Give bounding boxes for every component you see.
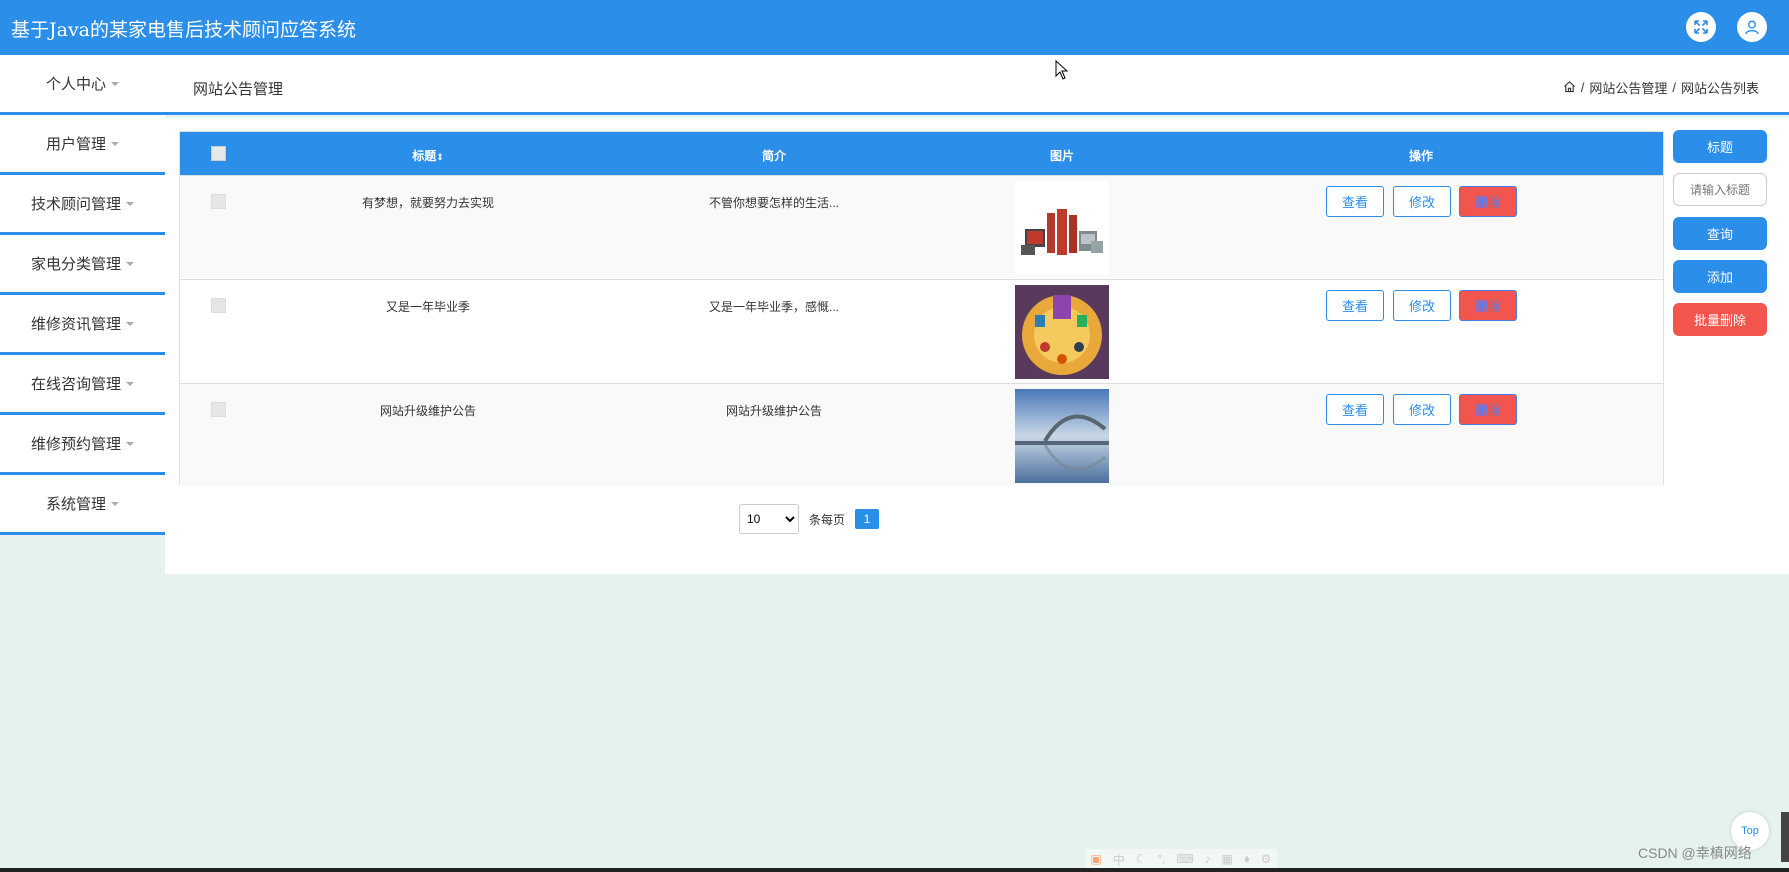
keyboard-icon: ⌨	[1176, 852, 1194, 866]
sidebar-item-label: 维修预约管理	[30, 436, 121, 453]
page-size-select[interactable]: 10 20 50 100	[739, 504, 799, 534]
breadcrumb-separator: /	[1580, 80, 1585, 95]
page-number-button[interactable]: 1	[855, 509, 880, 529]
table-row: 网站升级维护公告 网站升级维护公告 查看 修改 删除	[180, 383, 1663, 486]
sort-icon[interactable]: ⇕	[436, 152, 444, 162]
title-field-label: 标题	[1673, 130, 1767, 163]
sidebar-item-system-management[interactable]: 系统管理	[0, 475, 165, 535]
caret-down-icon	[126, 441, 134, 446]
select-all-checkbox[interactable]	[211, 146, 226, 161]
row-title: 有梦想，就要努力去实现	[361, 196, 495, 210]
edit-button[interactable]: 修改	[1393, 186, 1451, 217]
mouse-cursor-icon	[1055, 59, 1069, 85]
breadcrumb: / 网站公告管理 / 网站公告列表	[1563, 78, 1759, 97]
row-title: 网站升级维护公告	[379, 404, 477, 418]
mic-icon: ♪	[1204, 852, 1211, 866]
row-brief: 不管你想要怎样的生活...	[708, 196, 840, 210]
sidebar-item-label: 个人中心	[45, 76, 106, 93]
view-button[interactable]: 查看	[1326, 186, 1384, 217]
caret-down-icon	[126, 201, 134, 206]
row-checkbox[interactable]	[211, 298, 226, 313]
add-button[interactable]: 添加	[1673, 260, 1767, 293]
sidebar-item-label: 维修资讯管理	[30, 316, 121, 333]
page-title: 网站公告管理	[193, 81, 284, 98]
sidebar-item-label: 技术顾问管理	[30, 196, 121, 213]
caret-down-icon	[111, 81, 119, 86]
pagination: 10 20 50 100 条每页 1	[739, 504, 880, 534]
watermark: CSDN @幸槙网络	[1638, 845, 1752, 861]
scrollbar-edge	[1781, 812, 1789, 862]
edit-button[interactable]: 修改	[1393, 394, 1451, 425]
column-header-title[interactable]: 标题⇕	[412, 147, 444, 164]
ime-logo-icon: ▣	[1090, 852, 1102, 866]
column-header-picture: 图片	[1049, 149, 1075, 163]
view-button[interactable]: 查看	[1326, 290, 1384, 321]
caret-down-icon	[126, 261, 134, 266]
row-brief: 又是一年毕业季，感慨...	[708, 300, 840, 314]
breadcrumb-item-list: 网站公告列表	[1680, 81, 1759, 96]
batch-delete-button[interactable]: 批量删除	[1673, 303, 1767, 336]
caret-down-icon	[111, 501, 119, 506]
per-page-label: 条每页	[809, 512, 846, 527]
home-icon[interactable]	[1563, 80, 1576, 96]
breadcrumb-bar: 网站公告管理 / 网站公告管理 / 网站公告列表	[165, 55, 1789, 115]
punctuation-icon: °,	[1157, 852, 1166, 866]
sidebar-item-online-consult[interactable]: 在线咨询管理	[0, 355, 165, 415]
sidebar-item-user-management[interactable]: 用户管理	[0, 115, 165, 175]
caret-down-icon	[111, 141, 119, 146]
column-header-actions: 操作	[1408, 149, 1434, 163]
delete-button[interactable]: 删除	[1459, 394, 1517, 425]
search-button[interactable]: 查询	[1673, 217, 1767, 250]
graduation-image	[1015, 285, 1109, 379]
grid-icon: ▦	[1221, 852, 1233, 866]
bridge-image	[1015, 389, 1109, 483]
sidebar-item-personal-center[interactable]: 个人中心	[0, 55, 165, 115]
caret-down-icon	[126, 321, 134, 326]
breadcrumb-separator: /	[1672, 80, 1676, 95]
sidebar-item-label: 系统管理	[45, 496, 106, 513]
view-button[interactable]: 查看	[1326, 394, 1384, 425]
table-row: 又是一年毕业季 又是一年毕业季，感慨... 查看 修改 删除	[180, 279, 1663, 382]
column-title-label: 标题	[412, 149, 437, 163]
delete-button[interactable]: 删除	[1459, 186, 1517, 217]
app-title: 基于Java的某家电售后技术顾问应答系统	[11, 19, 357, 41]
screen-bottom-border	[0, 868, 1789, 872]
ime-toolbar: ▣ 中 ☾ °, ⌨ ♪ ▦ ♦ ⚙	[1085, 849, 1277, 869]
edit-button[interactable]: 修改	[1393, 290, 1451, 321]
row-checkbox[interactable]	[211, 194, 226, 209]
top-bar: 基于Java的某家电售后技术顾问应答系统	[0, 0, 1789, 55]
breadcrumb-item-module[interactable]: 网站公告管理	[1589, 78, 1667, 97]
settings-icon: ⚙	[1260, 852, 1272, 866]
user-icon[interactable]	[1737, 12, 1767, 42]
column-header-brief: 简介	[761, 149, 787, 163]
appliances-image	[1015, 181, 1109, 275]
sidebar-item-repair-news[interactable]: 维修资讯管理	[0, 295, 165, 355]
sidebar-item-label: 家电分类管理	[30, 256, 121, 273]
table-row: 有梦想，就要努力去实现 不管你想要怎样的生活... 查看 修改 删除	[180, 175, 1663, 278]
sidebar-item-repair-booking[interactable]: 维修预约管理	[0, 415, 165, 475]
delete-button[interactable]: 删除	[1459, 290, 1517, 321]
moon-icon: ☾	[1135, 852, 1147, 866]
skin-icon: ♦	[1243, 852, 1250, 866]
fullscreen-icon[interactable]	[1686, 12, 1716, 42]
table-header: 标题⇕ 简介 图片 操作	[180, 132, 1663, 175]
row-brief: 网站升级维护公告	[725, 404, 823, 418]
sidebar-item-label: 用户管理	[45, 136, 106, 153]
caret-down-icon	[126, 381, 134, 386]
row-title: 又是一年毕业季	[385, 300, 471, 314]
announcement-table: 标题⇕ 简介 图片 操作 有梦想，就要努力去实现 不管你想要怎样的生活... 查…	[179, 131, 1664, 486]
title-search-input[interactable]	[1673, 173, 1767, 206]
ime-lang-toggle[interactable]: 中	[1113, 851, 1125, 868]
row-checkbox[interactable]	[211, 402, 226, 417]
sidebar: 个人中心 用户管理 技术顾问管理 家电分类管理 维修资讯管理 在线咨询管理 维修…	[0, 55, 165, 535]
sidebar-item-appliance-category[interactable]: 家电分类管理	[0, 235, 165, 295]
sidebar-item-tech-consultant[interactable]: 技术顾问管理	[0, 175, 165, 235]
sidebar-item-label: 在线咨询管理	[30, 376, 121, 393]
